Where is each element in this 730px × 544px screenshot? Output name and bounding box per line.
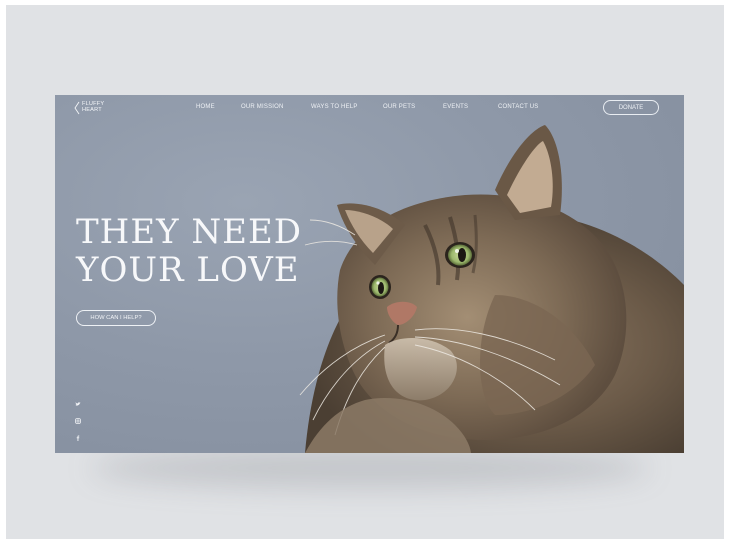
headline-line-2: YOUR LOVE <box>76 250 300 290</box>
nav-ways-to-help[interactable]: WAYS TO HELP <box>311 104 358 110</box>
nav-home[interactable]: HOME <box>196 104 215 110</box>
hero-shadow <box>90 448 650 488</box>
nav-events[interactable]: EVENTS <box>443 104 468 110</box>
social-links <box>75 394 83 445</box>
top-navigation: FLUFFY HEART HOME OUR MISSION WAYS TO HE… <box>55 95 684 121</box>
nav-contact-us[interactable]: CONTACT US <box>498 104 538 110</box>
hero-section: FLUFFY HEART HOME OUR MISSION WAYS TO HE… <box>55 95 684 453</box>
headline-line-1: THEY NEED <box>76 212 303 252</box>
how-can-i-help-button[interactable]: HOW CAN I HELP? <box>76 310 156 326</box>
twitter-icon[interactable] <box>75 394 81 406</box>
nav-our-pets[interactable]: OUR PETS <box>383 104 415 110</box>
hero-headline: THEY NEED YOUR LOVE <box>76 213 302 289</box>
nav-our-mission[interactable]: OUR MISSION <box>241 104 284 110</box>
instagram-icon[interactable] <box>75 411 81 424</box>
facebook-icon[interactable] <box>75 428 81 441</box>
nav-links: HOME OUR MISSION WAYS TO HELP OUR PETS E… <box>55 104 684 114</box>
donate-button[interactable]: DONATE <box>603 100 659 115</box>
